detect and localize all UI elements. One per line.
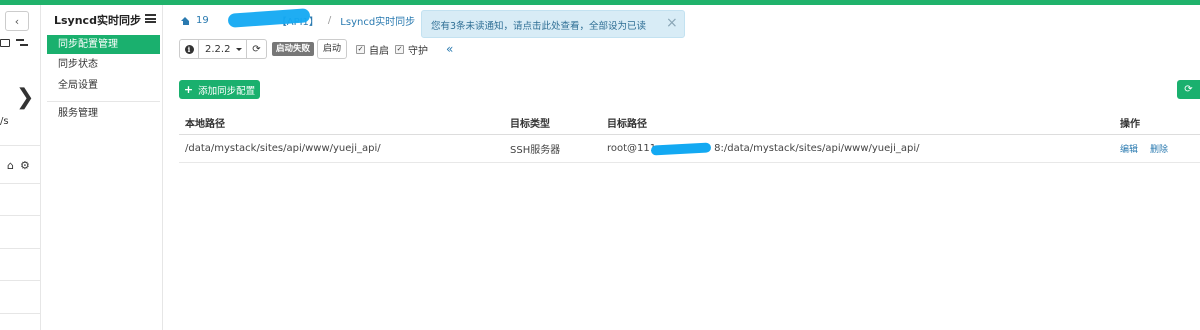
start-button[interactable]: 启动 <box>317 39 348 59</box>
refresh-icon: ⟳ <box>1184 84 1193 95</box>
breadcrumb-plugin[interactable]: Lsyncd实时同步 <box>340 13 415 28</box>
header-target-type: 目标类型 <box>510 119 550 130</box>
cell-local-path: /data/mystack/sites/api/www/yueji_api/ <box>185 143 381 154</box>
add-sync-config-label: 添加同步配置 <box>198 85 256 97</box>
caret-down-icon <box>236 47 243 51</box>
truncated-label: /s <box>0 116 9 127</box>
breadcrumb-server[interactable]: 19 <box>196 15 209 26</box>
header-actions: 操作 <box>1120 119 1140 130</box>
collapse-icon[interactable]: « <box>446 42 453 56</box>
back-button[interactable]: ‹ <box>5 11 29 31</box>
subnav-item-service-management[interactable]: 服务管理 <box>47 104 160 123</box>
subnav-item-sync-status[interactable]: 同步状态 <box>47 55 160 74</box>
autostart-label: 自启 <box>369 45 390 57</box>
header-local-path: 本地路径 <box>185 119 225 130</box>
divider <box>0 280 41 281</box>
table-header: 本地路径 目标类型 目标路径 操作 <box>179 110 1200 135</box>
cell-target-type: SSH服务器 <box>510 145 561 156</box>
chevron-right-icon[interactable]: ❯ <box>16 85 34 110</box>
sidebar-icon-row: ⌂ ⚙ <box>7 159 30 172</box>
divider <box>0 215 41 216</box>
home-icon[interactable]: ⌂ <box>7 159 14 172</box>
refresh-icon: ⟳ <box>252 43 261 55</box>
version-value: 2.2.2 <box>205 43 231 55</box>
plugin-title: Lsyncd实时同步 <box>54 14 141 27</box>
main-sidebar-collapsed: ‹ ❯ /s ⌂ ⚙ <box>0 5 41 330</box>
daemon-label: 守护 <box>408 45 429 57</box>
divider <box>0 313 41 314</box>
divider <box>0 248 41 249</box>
cell-actions: 编辑 删除 <box>1120 135 1168 162</box>
status-badge: 启动失败 <box>272 42 315 56</box>
subnav-item-sync-config[interactable]: 同步配置管理 <box>47 35 160 54</box>
subnav-divider <box>47 101 160 102</box>
edit-link[interactable]: 编辑 <box>1120 142 1138 155</box>
home-icon[interactable] <box>181 16 190 25</box>
sync-config-table: 本地路径 目标类型 目标路径 操作 /data/mystack/sites/ap… <box>179 110 1200 163</box>
divider <box>0 183 41 184</box>
checkbox-checked-icon: ✓ <box>395 44 405 54</box>
close-icon[interactable]: × <box>666 15 678 31</box>
target-path-prefix: root@111 <box>607 143 657 154</box>
terminal-icon[interactable] <box>0 39 10 47</box>
info-button[interactable]: i <box>179 39 199 59</box>
sliders-icon[interactable] <box>16 38 28 48</box>
add-sync-config-button[interactable]: + 添加同步配置 <box>179 80 260 99</box>
autostart-checkbox[interactable]: ✓ 自启 <box>356 42 389 57</box>
refresh-list-button[interactable]: ⟳ <box>1177 80 1200 99</box>
breadcrumb-separator: / <box>327 15 332 26</box>
menu-icon[interactable] <box>145 14 156 23</box>
service-toolbar: i 2.2.2 ⟳ 启动失败 启动 ✓ 自启 ✓ 守护 « <box>179 39 453 59</box>
daemon-checkbox[interactable]: ✓ 守护 <box>395 42 428 57</box>
header-target-path: 目标路径 <box>607 119 647 130</box>
gear-icon[interactable]: ⚙ <box>20 159 30 172</box>
top-accent-bar <box>0 0 1200 5</box>
divider <box>0 145 41 146</box>
delete-link[interactable]: 删除 <box>1150 142 1168 155</box>
table-row: /data/mystack/sites/api/www/yueji_api/ S… <box>179 135 1200 163</box>
checkbox-checked-icon: ✓ <box>356 44 366 54</box>
target-path-suffix: 8:/data/mystack/sites/api/www/yueji_api/ <box>714 143 920 154</box>
plugin-sidebar: Lsyncd实时同步 同步配置管理 同步状态 全局设置 服务管理 <box>41 5 163 330</box>
info-icon: i <box>184 44 194 54</box>
version-select[interactable]: 2.2.2 <box>199 39 247 59</box>
subnav-item-global-settings[interactable]: 全局设置 <box>47 76 160 95</box>
plus-icon: + <box>183 83 194 96</box>
notification-banner[interactable]: 您有3条未读通知，请点击此处查看，全部设为已读 × <box>421 10 685 38</box>
notification-text[interactable]: 您有3条未读通知，请点击此处查看，全部设为已读 <box>431 18 646 32</box>
refresh-button[interactable]: ⟳ <box>247 39 267 59</box>
